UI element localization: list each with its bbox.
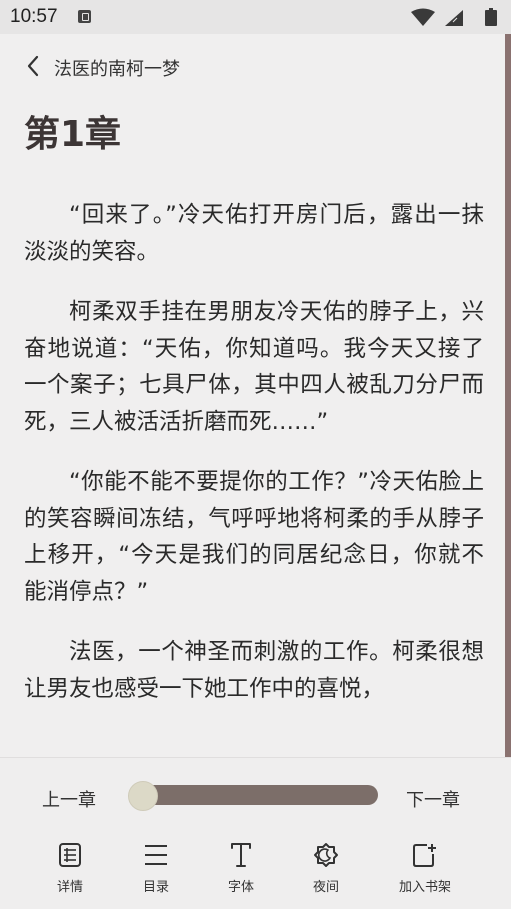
- notification-icon: [78, 10, 91, 23]
- paragraph: “回来了。”冷天佑打开房门后，露出一抹淡淡的笑容。: [24, 202, 484, 265]
- slider-thumb[interactable]: [128, 781, 158, 811]
- battery-icon: [485, 8, 497, 26]
- font-button[interactable]: 字体: [201, 840, 281, 900]
- reader-control-panel: 上一章 下一章 详情 目录 字体 夜间 加入书架: [0, 757, 511, 909]
- catalog-label: 目录: [142, 880, 169, 895]
- paragraph: “你能不能不要提你的工作？”冷天佑脸上的笑容瞬间冻结，气呼呼地将柯柔的手从脖子上…: [24, 469, 484, 605]
- status-time: 10:57: [10, 6, 58, 27]
- paragraph: 法医，一个神圣而刺激的工作。柯柔很想让男友也感受一下她工作中的喜悦，: [24, 639, 484, 702]
- details-label: 详情: [56, 880, 83, 895]
- chevron-left-icon: [27, 55, 39, 77]
- add-bookshelf-button[interactable]: 加入书架: [385, 840, 465, 900]
- details-button[interactable]: 详情: [30, 840, 110, 900]
- catalog-icon: [145, 845, 167, 865]
- wifi-icon: [411, 8, 435, 26]
- prev-chapter-button[interactable]: 上一章: [42, 786, 96, 812]
- add-bookshelf-icon: [413, 844, 436, 867]
- chapter-content[interactable]: “回来了。”冷天佑打开房门后，露出一抹淡淡的笑容。 柯柔双手挂在男朋友冷天佑的脖…: [24, 197, 484, 757]
- night-mode-icon: [314, 843, 338, 867]
- scroll-indicator: [505, 34, 511, 760]
- chapter-title: 第1章: [24, 114, 122, 155]
- add-bookshelf-label: 加入书架: [398, 880, 451, 895]
- font-label: 字体: [227, 880, 254, 895]
- book-title: 法医的南柯一梦: [54, 59, 180, 80]
- reader-toolbar: 详情 目录 字体 夜间 加入书架: [0, 840, 511, 900]
- night-mode-label: 夜间: [312, 880, 339, 895]
- night-mode-button[interactable]: 夜间: [286, 840, 366, 900]
- status-icons: [409, 8, 503, 26]
- catalog-button[interactable]: 目录: [116, 840, 196, 900]
- chapter-progress-slider[interactable]: [131, 785, 378, 805]
- signal-icon: [445, 10, 463, 26]
- font-icon: [231, 843, 251, 867]
- status-bar: 10:57: [0, 0, 511, 34]
- paragraph: 柯柔双手挂在男朋友冷天佑的脖子上，兴奋地说道：“天佑，你知道吗。我今天又接了一个…: [24, 299, 484, 435]
- details-icon: [59, 843, 81, 867]
- next-chapter-button[interactable]: 下一章: [406, 786, 460, 812]
- back-button[interactable]: [18, 50, 48, 82]
